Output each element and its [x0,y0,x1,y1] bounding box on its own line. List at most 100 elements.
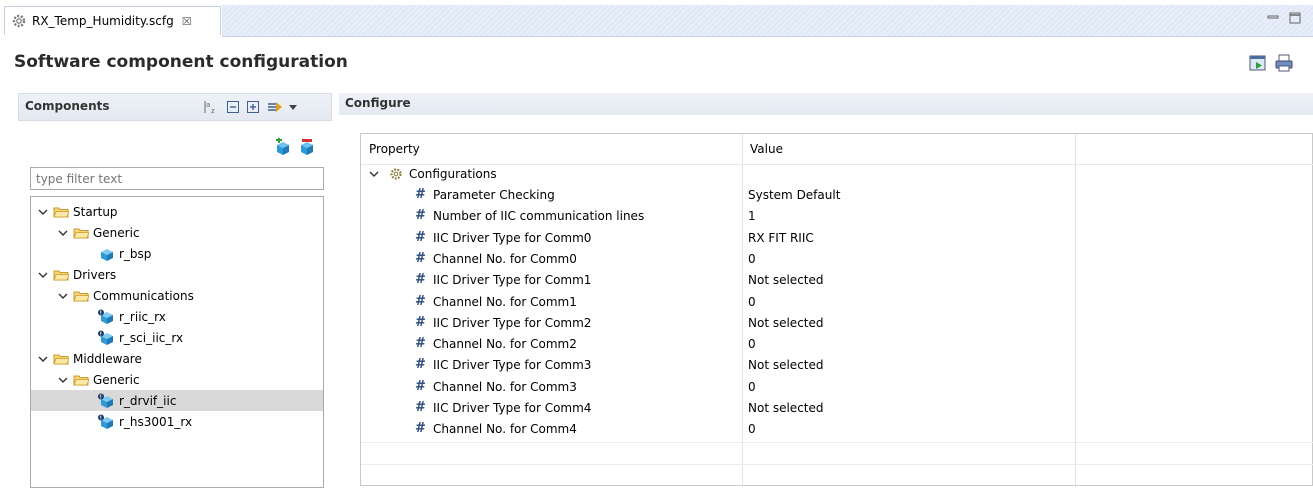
tree-item-label: Generic [93,372,140,387]
value-column-header[interactable]: Value [750,142,783,156]
property-table: Property Value Configurations # Parameter… [360,133,1313,487]
svg-text:!: ! [100,310,102,316]
view-menu-icon[interactable] [267,100,285,114]
chevron-down-icon[interactable] [288,100,298,114]
property-value[interactable]: Not selected [748,401,824,415]
property-value[interactable]: Not selected [748,316,824,330]
property-value[interactable]: System Default [748,188,840,202]
property-row[interactable]: # Parameter Checking System Default [361,185,1313,206]
tree-item[interactable]: ! r_drvif_iic [31,390,323,411]
tree-item[interactable]: Drivers [31,264,323,285]
chevron-down-icon[interactable] [37,353,49,365]
hash-icon: # [415,293,426,309]
configure-title: Configure [345,96,411,110]
tree-item-label: r_sci_iic_rx [119,330,184,345]
component-cube-icon [101,248,113,261]
property-value[interactable]: 0 [748,380,756,394]
page-title: Software component configuration [14,52,348,72]
property-name: Channel No. for Comm4 [433,422,577,437]
minimize-icon[interactable] [1266,12,1280,24]
tree-item[interactable]: ! r_hs3001_rx [31,411,323,432]
property-row[interactable]: # Channel No. for Comm0 0 [361,249,1313,270]
generate-code-icon[interactable] [1248,53,1268,73]
property-value[interactable]: 0 [748,337,756,351]
tree-item-label: r_riic_rx [119,309,166,324]
editor-tab[interactable]: RX_Temp_Humidity.scfg ☒ [4,6,221,35]
hash-icon: # [415,187,426,202]
property-name: Channel No. for Comm1 [433,294,577,309]
svg-text:!: ! [100,394,102,400]
tree-item[interactable]: ! r_sci_iic_rx [31,327,323,348]
tree-item-label: r_hs3001_rx [119,414,193,429]
property-name: Channel No. for Comm2 [433,337,577,352]
group-row[interactable]: Configurations [361,164,1313,185]
property-name: IIC Driver Type for Comm0 [433,230,592,245]
property-name: IIC Driver Type for Comm4 [433,401,592,415]
maximize-icon[interactable] [1288,12,1302,24]
property-value[interactable]: 1 [748,209,756,223]
component-cube-icon: ! [98,309,113,324]
property-name: Parameter Checking [433,188,555,202]
hash-icon: # [415,229,426,245]
tree-item-label: Generic [93,225,140,240]
property-row[interactable]: # Channel No. for Comm3 0 [361,377,1313,398]
tree-item[interactable]: Generic [31,222,323,243]
property-row[interactable]: # Channel No. for Comm1 0 [361,292,1313,313]
collapse-all-icon[interactable] [226,100,240,114]
folder-icon [53,207,69,217]
tree-item-label: Startup [73,204,118,219]
chevron-down-icon[interactable] [37,206,49,218]
property-row[interactable]: # IIC Driver Type for Comm3 Not selected [361,355,1313,376]
folder-icon [53,270,69,280]
tree-item[interactable]: Generic [31,369,323,390]
gear-icon [12,14,26,28]
expand-all-icon[interactable] [246,100,260,114]
close-tab-icon[interactable]: ☒ [182,15,192,28]
property-name: IIC Driver Type for Comm1 [433,273,592,288]
chevron-down-icon[interactable] [37,269,49,281]
tab-strip-background [222,5,1313,37]
table-header: Property Value [361,134,1313,165]
property-row[interactable]: # IIC Driver Type for Comm4 Not selected [361,398,1313,419]
property-value[interactable]: RX FIT RIIC [748,231,814,245]
remove-component-icon[interactable] [298,138,316,156]
filter-input[interactable] [30,167,324,190]
property-row[interactable]: # Channel No. for Comm4 0 [361,419,1313,440]
property-row[interactable]: # Channel No. for Comm2 0 [361,334,1313,355]
hash-icon: # [415,314,426,330]
svg-text:z: z [211,107,215,114]
tree-item[interactable]: Communications [31,285,323,306]
print-icon[interactable] [1274,53,1294,73]
add-component-icon[interactable] [274,138,292,156]
property-column-header[interactable]: Property [369,142,420,156]
hash-icon: # [415,208,426,224]
property-value[interactable]: 0 [748,422,756,436]
editor-tab-title: RX_Temp_Humidity.scfg [32,14,174,28]
tree-item[interactable]: Startup [31,201,323,222]
chevron-down-icon[interactable] [369,169,379,179]
sort-alphabetically-icon[interactable]: a z [204,100,218,114]
tree-item[interactable]: Middleware [31,348,323,369]
chevron-down-icon[interactable] [57,374,69,386]
property-row[interactable]: # IIC Driver Type for Comm2 Not selected [361,313,1313,334]
gear-icon [390,168,402,180]
component-tree[interactable]: Startup Generic r_bsp Drivers Communications… [30,196,324,488]
property-value[interactable]: 0 [748,295,756,309]
tree-item[interactable]: ! r_riic_rx [31,306,323,327]
chevron-down-icon[interactable] [57,290,69,302]
tree-item[interactable]: r_bsp [31,243,323,264]
property-value[interactable]: 0 [748,252,756,266]
property-value[interactable]: Not selected [748,358,824,372]
hash-icon: # [415,421,426,437]
chevron-down-icon[interactable] [57,227,69,239]
folder-icon [73,228,89,238]
hash-icon: # [415,357,426,373]
tree-item-label: r_bsp [119,246,152,261]
tree-item-label: Drivers [73,267,117,282]
property-name: IIC Driver Type for Comm3 [433,358,592,373]
property-value[interactable]: Not selected [748,273,824,287]
property-row[interactable]: # IIC Driver Type for Comm1 Not selected [361,270,1313,291]
components-panel-header: Components a z [18,93,332,121]
property-row[interactable]: # Number of IIC communication lines 1 [361,206,1313,227]
property-row[interactable]: # IIC Driver Type for Comm0 RX FIT RIIC [361,228,1313,249]
